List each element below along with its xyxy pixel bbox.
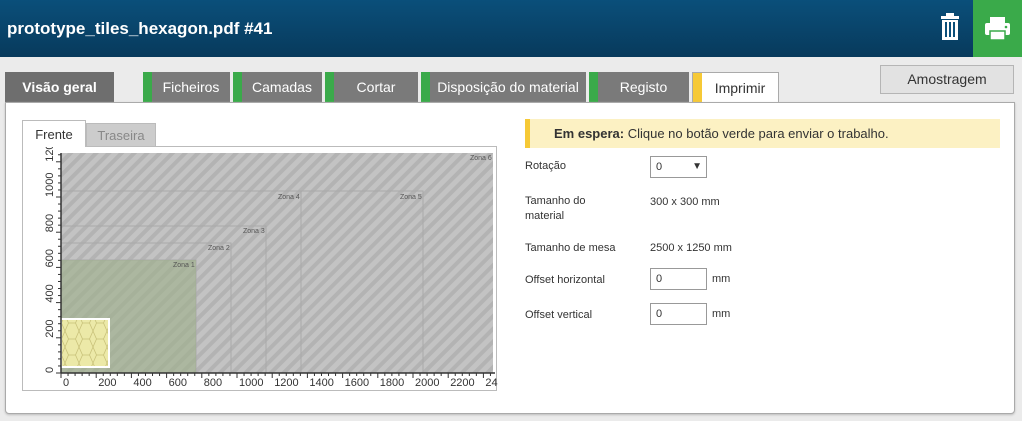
- tab-label: Cortar: [356, 79, 396, 95]
- x-tick-label: 2000: [415, 377, 439, 389]
- tab-label: Imprimir: [714, 80, 766, 96]
- status-text: Clique no botão verde para enviar o trab…: [627, 126, 889, 141]
- y-tick-label: 0: [44, 367, 56, 373]
- offset-horizontal-input[interactable]: 0: [650, 268, 707, 290]
- offset-horizontal-label: Offset horizontal: [525, 274, 605, 286]
- zone-label: Zona 2: [208, 245, 230, 252]
- tab-label: Disposição do material: [437, 79, 579, 95]
- tab-label: Ficheiros: [162, 79, 220, 95]
- x-tick-label: 600: [169, 377, 187, 389]
- tab-back[interactable]: Traseira: [86, 123, 156, 147]
- tab-front[interactable]: Frente: [22, 120, 86, 147]
- tab-material-layout[interactable]: Disposição do material: [421, 72, 586, 102]
- job-title: prototype_tiles_hexagon.pdf #41: [7, 19, 273, 38]
- status-indicator: [693, 73, 702, 103]
- tab-layers[interactable]: Camadas: [233, 72, 322, 102]
- table-size-label: Tamanho de mesa: [525, 242, 616, 254]
- table-size-value: 2500 x 1250 mm: [650, 242, 732, 254]
- tab-log[interactable]: Registo: [589, 72, 689, 102]
- offset-horizontal-unit: mm: [712, 273, 731, 285]
- tab-label: Visão geral: [22, 79, 97, 95]
- status-indicator: [421, 72, 430, 102]
- x-tick-label: 800: [204, 377, 222, 389]
- offset-vertical-unit: mm: [712, 308, 731, 320]
- status-indicator: [325, 72, 334, 102]
- table-preview[interactable]: Zona 1 Zona 2 Zona 3 Zona 4 Zona 5 Zona …: [22, 137, 498, 391]
- x-tick-label: 0: [63, 377, 69, 389]
- tab-label: Camadas: [252, 79, 312, 95]
- material-size-label: Tamanho do material: [525, 194, 586, 224]
- label-line: Tamanho do: [525, 195, 586, 207]
- print-panel: Frente Traseira Zona 1 Zona 2 Zona 3 Zon…: [5, 102, 1015, 414]
- print-button[interactable]: [973, 0, 1022, 57]
- tab-files[interactable]: Ficheiros: [143, 72, 230, 102]
- y-tick-label: 800: [44, 214, 56, 232]
- header-bar: prototype_tiles_hexagon.pdf #41: [0, 0, 1022, 57]
- label-line: material: [525, 210, 565, 222]
- table-canvas: Zona 1 Zona 2 Zona 3 Zona 4 Zona 5 Zona …: [44, 137, 498, 389]
- x-tick-label: 1200: [274, 377, 298, 389]
- offset-vertical-input[interactable]: 0: [650, 303, 707, 325]
- status-indicator: [589, 72, 598, 102]
- trash-icon[interactable]: [930, 8, 970, 48]
- dropdown-arrow-icon: ▼: [692, 161, 702, 172]
- zone-label: Zona 1: [173, 262, 195, 269]
- y-ruler: 0 200 400 600 800 1000 1200: [44, 137, 62, 374]
- status-banner: Em espera: Clique no botão verde para en…: [525, 119, 1000, 148]
- zone-label: Zona 6: [470, 155, 492, 162]
- status-indicator: [143, 72, 152, 102]
- x-tick-label: 2200: [450, 377, 474, 389]
- y-tick-label: 1200: [44, 147, 56, 162]
- x-tick-label: 200: [98, 377, 116, 389]
- status-indicator: [233, 72, 242, 102]
- tab-overview[interactable]: Visão geral: [5, 72, 114, 102]
- x-tick-label: 400: [133, 377, 151, 389]
- tab-print[interactable]: Imprimir: [692, 72, 779, 103]
- x-tick-label: 24: [485, 377, 497, 389]
- x-ruler: 0 200 400 600 800 1000 1200 1400 1600 1800 2000 220…: [60, 372, 498, 389]
- y-tick-label: 600: [44, 249, 56, 267]
- rotation-value: 0: [656, 161, 663, 173]
- x-tick-label: 1800: [380, 377, 404, 389]
- sampling-button[interactable]: Amostragem: [880, 65, 1014, 94]
- x-tick-label: 1400: [309, 377, 333, 389]
- tab-cut[interactable]: Cortar: [325, 72, 418, 102]
- y-tick-label: 200: [44, 319, 56, 337]
- y-tick-label: 1000: [44, 173, 56, 197]
- rotation-label: Rotação: [525, 160, 566, 172]
- material-size-value: 300 x 300 mm: [650, 196, 720, 208]
- zone-label: Zona 5: [400, 194, 422, 201]
- material-preview[interactable]: [60, 318, 110, 368]
- tab-label: Registo: [619, 79, 668, 95]
- zone-label: Zona 4: [278, 194, 300, 201]
- y-tick-label: 400: [44, 284, 56, 302]
- x-tick-label: 1000: [239, 377, 263, 389]
- status-label: Em espera:: [554, 126, 625, 141]
- offset-vertical-label: Offset vertical: [525, 309, 593, 321]
- x-tick-label: 1600: [345, 377, 369, 389]
- zone-label: Zona 3: [243, 228, 265, 235]
- rotation-select[interactable]: 0 ▼: [650, 156, 707, 178]
- printer-icon: [985, 17, 1010, 41]
